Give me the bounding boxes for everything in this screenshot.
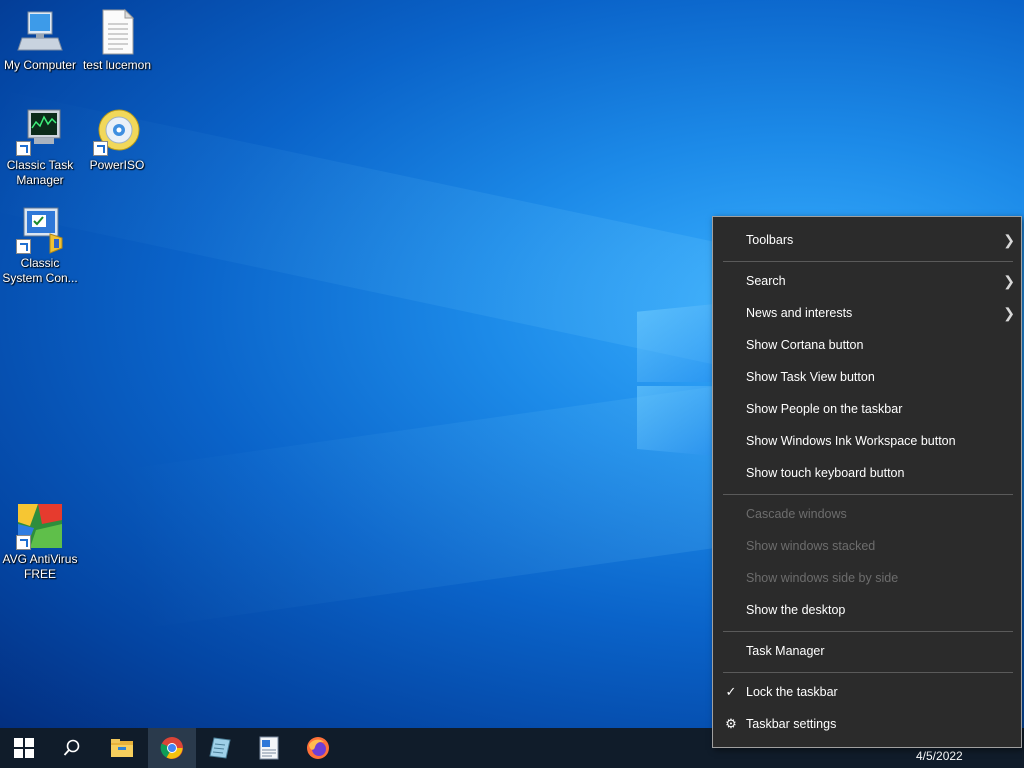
menu-item-label: Task Manager (746, 644, 825, 658)
menu-separator (723, 631, 1013, 632)
menu-item-task-manager[interactable]: Task Manager (713, 636, 1021, 666)
menu-item-lock-the-taskbar[interactable]: ✓ Lock the taskbar (713, 677, 1021, 707)
shortcut-arrow-icon (16, 535, 31, 550)
file-explorer-button[interactable] (98, 728, 146, 768)
menu-item-label: Show Cortana button (746, 338, 864, 352)
menu-item-label: Search (746, 274, 786, 288)
desktop-icon-classic-system-control[interactable]: Classic System Con... (0, 206, 80, 286)
menu-separator (723, 494, 1013, 495)
menu-item-search[interactable]: Search ❯ (713, 266, 1021, 296)
notepad-icon (209, 737, 231, 759)
menu-item-show-touch-keyboard[interactable]: Show touch keyboard button (713, 458, 1021, 488)
desktop-icon-label: AVG AntiVirus FREE (2, 552, 78, 581)
shortcut-arrow-icon (16, 239, 31, 254)
checkmark-icon: ✓ (725, 684, 737, 699)
search-icon (63, 739, 80, 756)
menu-item-label: Lock the taskbar (746, 685, 838, 699)
desktop-icon-label: My Computer (3, 58, 77, 72)
chevron-right-icon: ❯ (1003, 305, 1015, 321)
desktop-icon-label: test lucemon (82, 58, 152, 72)
gear-icon: ⚙ (725, 716, 737, 731)
menu-item-label: Toolbars (746, 233, 794, 247)
computer-icon (16, 8, 64, 56)
menu-item-taskbar-settings[interactable]: ⚙ Taskbar settings (713, 709, 1021, 739)
wordpad-icon (259, 736, 279, 760)
chrome-button[interactable] (148, 728, 196, 768)
taskbar-context-menu: Toolbars ❯ Search ❯ News and interests ❯… (712, 216, 1022, 748)
desktop-icon-label: Classic Task Manager (6, 158, 74, 187)
wordpad-button[interactable] (245, 728, 293, 768)
firefox-button[interactable] (294, 728, 342, 768)
shortcut-arrow-icon (16, 141, 31, 156)
search-button[interactable] (48, 728, 96, 768)
menu-item-label: Show windows stacked (746, 539, 876, 553)
menu-item-label: Show the desktop (746, 603, 846, 617)
menu-item-label: Show People on the taskbar (746, 402, 903, 416)
chevron-right-icon: ❯ (1003, 273, 1015, 289)
menu-item-show-windows-stacked: Show windows stacked (713, 531, 1021, 561)
start-icon (14, 738, 34, 758)
menu-separator (723, 261, 1013, 262)
menu-item-label: Show touch keyboard button (746, 466, 905, 480)
desktop-icon-my-computer[interactable]: My Computer (0, 8, 80, 73)
menu-item-label: News and interests (746, 306, 853, 320)
menu-item-show-windows-side-by-side: Show windows side by side (713, 563, 1021, 593)
desktop-icon-avg-antivirus[interactable]: AVG AntiVirus FREE (0, 502, 80, 582)
file-explorer-icon (111, 739, 133, 757)
task-manager-icon (16, 108, 64, 156)
control-panel-icon (16, 206, 64, 254)
menu-item-news-and-interests[interactable]: News and interests ❯ (713, 298, 1021, 328)
menu-item-show-the-desktop[interactable]: Show the desktop (713, 595, 1021, 625)
menu-item-label: Show Task View button (746, 370, 875, 384)
menu-item-show-task-view-button[interactable]: Show Task View button (713, 362, 1021, 392)
menu-separator (723, 672, 1013, 673)
desktop-icon-classic-task-manager[interactable]: Classic Task Manager (0, 108, 80, 188)
menu-item-show-windows-ink[interactable]: Show Windows Ink Workspace button (713, 426, 1021, 456)
shortcut-arrow-icon (93, 141, 108, 156)
desktop-icon-test-lucemon[interactable]: test lucemon (77, 8, 157, 73)
firefox-icon (307, 737, 329, 759)
desktop-icon-label: PowerISO (89, 158, 145, 172)
wallpaper-logo-pane (637, 386, 715, 456)
desktop-icon-poweriso[interactable]: PowerISO (77, 108, 157, 173)
menu-item-show-cortana-button[interactable]: Show Cortana button (713, 330, 1021, 360)
menu-item-toolbars[interactable]: Toolbars ❯ (713, 225, 1021, 255)
notepad-button[interactable] (196, 728, 244, 768)
menu-item-label: Show Windows Ink Workspace button (746, 434, 956, 448)
menu-item-cascade-windows: Cascade windows (713, 499, 1021, 529)
document-icon (93, 8, 141, 56)
menu-item-show-people[interactable]: Show People on the taskbar (713, 394, 1021, 424)
disc-icon (93, 108, 141, 156)
desktop-icon-label: Classic System Con... (2, 256, 78, 285)
chevron-right-icon: ❯ (1003, 232, 1015, 248)
avg-icon (16, 502, 64, 550)
tray-date[interactable]: 4/5/2022 (916, 749, 963, 763)
menu-item-label: Show windows side by side (746, 571, 899, 585)
chrome-icon (160, 737, 183, 759)
menu-item-label: Taskbar settings (746, 717, 837, 731)
wallpaper-logo-pane (637, 304, 715, 382)
menu-item-label: Cascade windows (746, 507, 847, 521)
start-button[interactable] (0, 728, 48, 768)
